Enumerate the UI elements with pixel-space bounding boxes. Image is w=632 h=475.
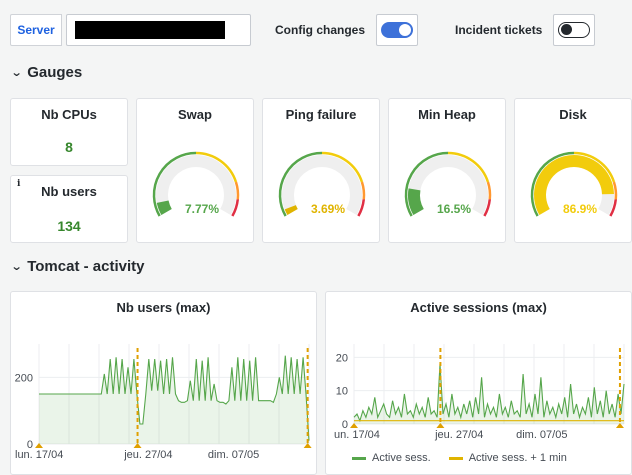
incident-tickets-toggle[interactable]: [553, 14, 595, 46]
legend-swatch: [448, 456, 463, 460]
panel-nb-cpus-value: 8: [65, 139, 73, 155]
gauge-svg: 16.5%: [404, 151, 492, 217]
legend-item-active-sess[interactable]: Active sess.: [352, 452, 431, 464]
gauge-threshold-arc: [612, 181, 618, 200]
gauge-threshold-arc: [486, 181, 492, 200]
panel-gauge-swap: Swap 7.77%: [136, 98, 254, 243]
chevron-down-icon: ⌄: [10, 261, 23, 273]
config-changes-toggle[interactable]: [376, 14, 418, 46]
gauge-value-text: 7.77%: [185, 202, 219, 216]
chart-legend: Active sess. Active sess. + 1 min: [352, 452, 567, 464]
gauge-svg: 86.9%: [530, 151, 618, 217]
x-tick-label: jeu. 27/04: [434, 429, 483, 441]
incident-tickets-label: Incident tickets: [455, 23, 543, 37]
legend-swatch: [352, 456, 366, 460]
panel-gauge-min-heap: Min Heap 16.5%: [388, 98, 506, 243]
legend-item-active-sess-1min[interactable]: Active sess. + 1 min: [448, 452, 567, 464]
panel-nb-users-value: 134: [57, 218, 81, 234]
gauge-value-text: 16.5%: [437, 202, 471, 216]
panel-gauge-ping-failure: Ping failure 3.69%: [262, 98, 380, 243]
x-tick-label: lun. 17/04: [15, 449, 63, 461]
server-select-input[interactable]: [66, 14, 251, 46]
x-tick-label: dim. 07/05: [208, 449, 259, 461]
panel-nb-cpus: Nb CPUs 8: [10, 98, 128, 166]
x-tick-label: un. 17/04: [334, 429, 380, 441]
config-changes-switch[interactable]: [381, 22, 413, 38]
y-tick-label: 10: [336, 386, 348, 398]
legend-label: Active sess.: [372, 452, 431, 464]
y-tick-label: 200: [15, 372, 33, 384]
row-tomcat-header[interactable]: ⌄ Tomcat - activity: [10, 258, 145, 275]
chart-title: Active sessions (max): [410, 300, 547, 315]
panel-nb-users-title: Nb users: [41, 184, 97, 199]
row-gauges-title: Gauges: [27, 64, 83, 81]
chart-svg: 01020un. 17/04 jeu. 27/04 dim. 07/05: [334, 344, 625, 441]
series-area: [354, 364, 624, 424]
chart-svg: 0200lun. 17/04 jeu. 27/04 dim. 07/05: [15, 344, 312, 461]
legend-label: Active sess. + 1 min: [468, 452, 567, 464]
panel-gauge-disk: Disk 86.9%: [514, 98, 632, 243]
gauge-value-text: 86.9%: [563, 202, 597, 216]
panel-nb-cpus-title: Nb CPUs: [41, 107, 97, 122]
gauge-value-arc: [284, 204, 298, 216]
gauge-threshold-arc: [360, 181, 366, 200]
variable-label-server: Server: [10, 14, 62, 46]
gauge-value-arc: [408, 188, 424, 215]
chart-title: Nb users (max): [116, 300, 211, 315]
redacted-server-name: [75, 21, 225, 39]
gauge-svg: 7.77%: [152, 151, 240, 217]
row-tomcat-title: Tomcat - activity: [27, 258, 145, 275]
y-tick-label: 20: [336, 352, 348, 364]
gauge-threshold-arc: [234, 181, 240, 200]
gauge-value-arc: [156, 200, 172, 215]
gauge-value-text: 3.69%: [311, 202, 345, 216]
gauge-svg: 3.69%: [278, 151, 366, 217]
config-changes-label: Config changes: [275, 23, 366, 37]
row-gauges-header[interactable]: ⌄ Gauges: [10, 64, 83, 81]
x-tick-label: jeu. 27/04: [123, 449, 172, 461]
chevron-down-icon: ⌄: [10, 67, 23, 79]
panel-chart-active-sessions: 0 10 20 un. 17/04 jeu. 27/04 dim. 07/05 Activ…: [325, 291, 632, 475]
x-tick-label: dim. 07/05: [516, 429, 567, 441]
incident-tickets-switch[interactable]: [558, 22, 590, 38]
panel-nb-users: i Nb users 134: [10, 175, 128, 243]
panel-chart-nb-users: 0 200 lun. 17/04 jeu. 27/04 dim. 07/05 Nb us…: [10, 291, 317, 475]
